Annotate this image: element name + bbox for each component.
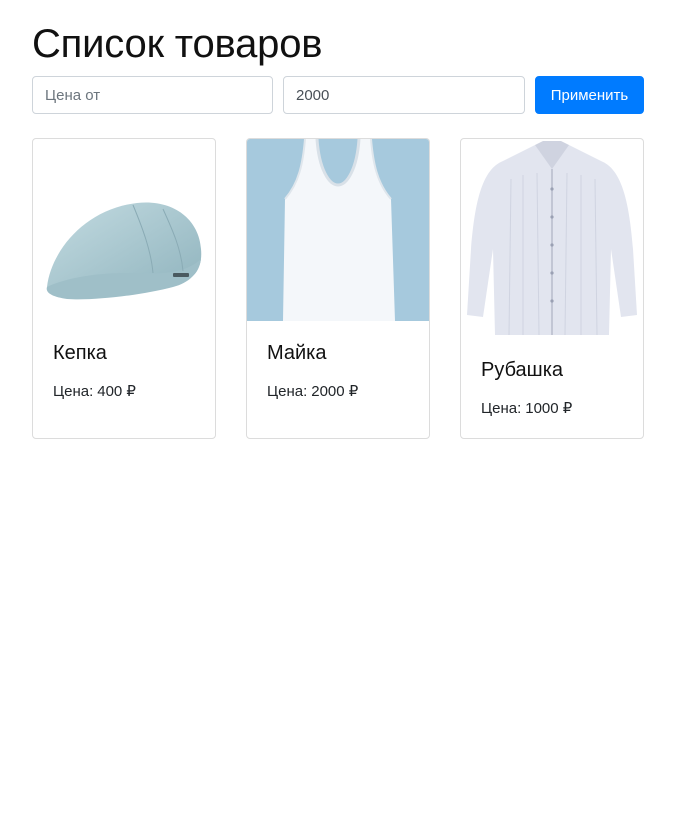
price-to-input[interactable]	[283, 76, 525, 114]
product-price: Цена: 400 ₽	[53, 382, 136, 400]
price-label: Цена:	[267, 383, 308, 400]
product-card-cap[interactable]: Кепка Цена: 400 ₽	[32, 138, 216, 439]
price-value: 2000 ₽	[311, 383, 359, 400]
product-price: Цена: 2000 ₽	[267, 382, 358, 400]
product-card-body: Майка Цена: 2000 ₽	[267, 342, 358, 400]
shirt-image	[467, 141, 637, 336]
apply-button[interactable]: Применить	[535, 76, 644, 114]
product-name: Рубашка	[481, 359, 564, 381]
product-price: Цена: 1000 ₽	[481, 399, 572, 417]
product-card-tank-top[interactable]: Майка Цена: 2000 ₽	[246, 138, 430, 439]
page-title: Список товаров	[32, 22, 323, 66]
price-value: 1000 ₽	[525, 400, 573, 417]
product-name: Кепка	[53, 342, 107, 364]
tank-top-image	[247, 139, 429, 321]
product-name: Майка	[267, 342, 327, 364]
product-card-shirt[interactable]: Рубашка Цена: 1000 ₽	[460, 138, 644, 439]
product-card-body: Рубашка Цена: 1000 ₽	[481, 359, 572, 417]
product-grid: Кепка Цена: 400 ₽ Майка Цена: 2000 ₽ Руб…	[32, 138, 644, 439]
price-filter-form: Применить	[32, 76, 644, 114]
price-label: Цена:	[481, 400, 522, 417]
flat-cap-image	[46, 202, 202, 300]
product-card-body: Кепка Цена: 400 ₽	[53, 342, 136, 400]
price-label: Цена:	[53, 383, 94, 400]
price-from-input[interactable]	[32, 76, 273, 114]
price-value: 400 ₽	[97, 383, 136, 400]
